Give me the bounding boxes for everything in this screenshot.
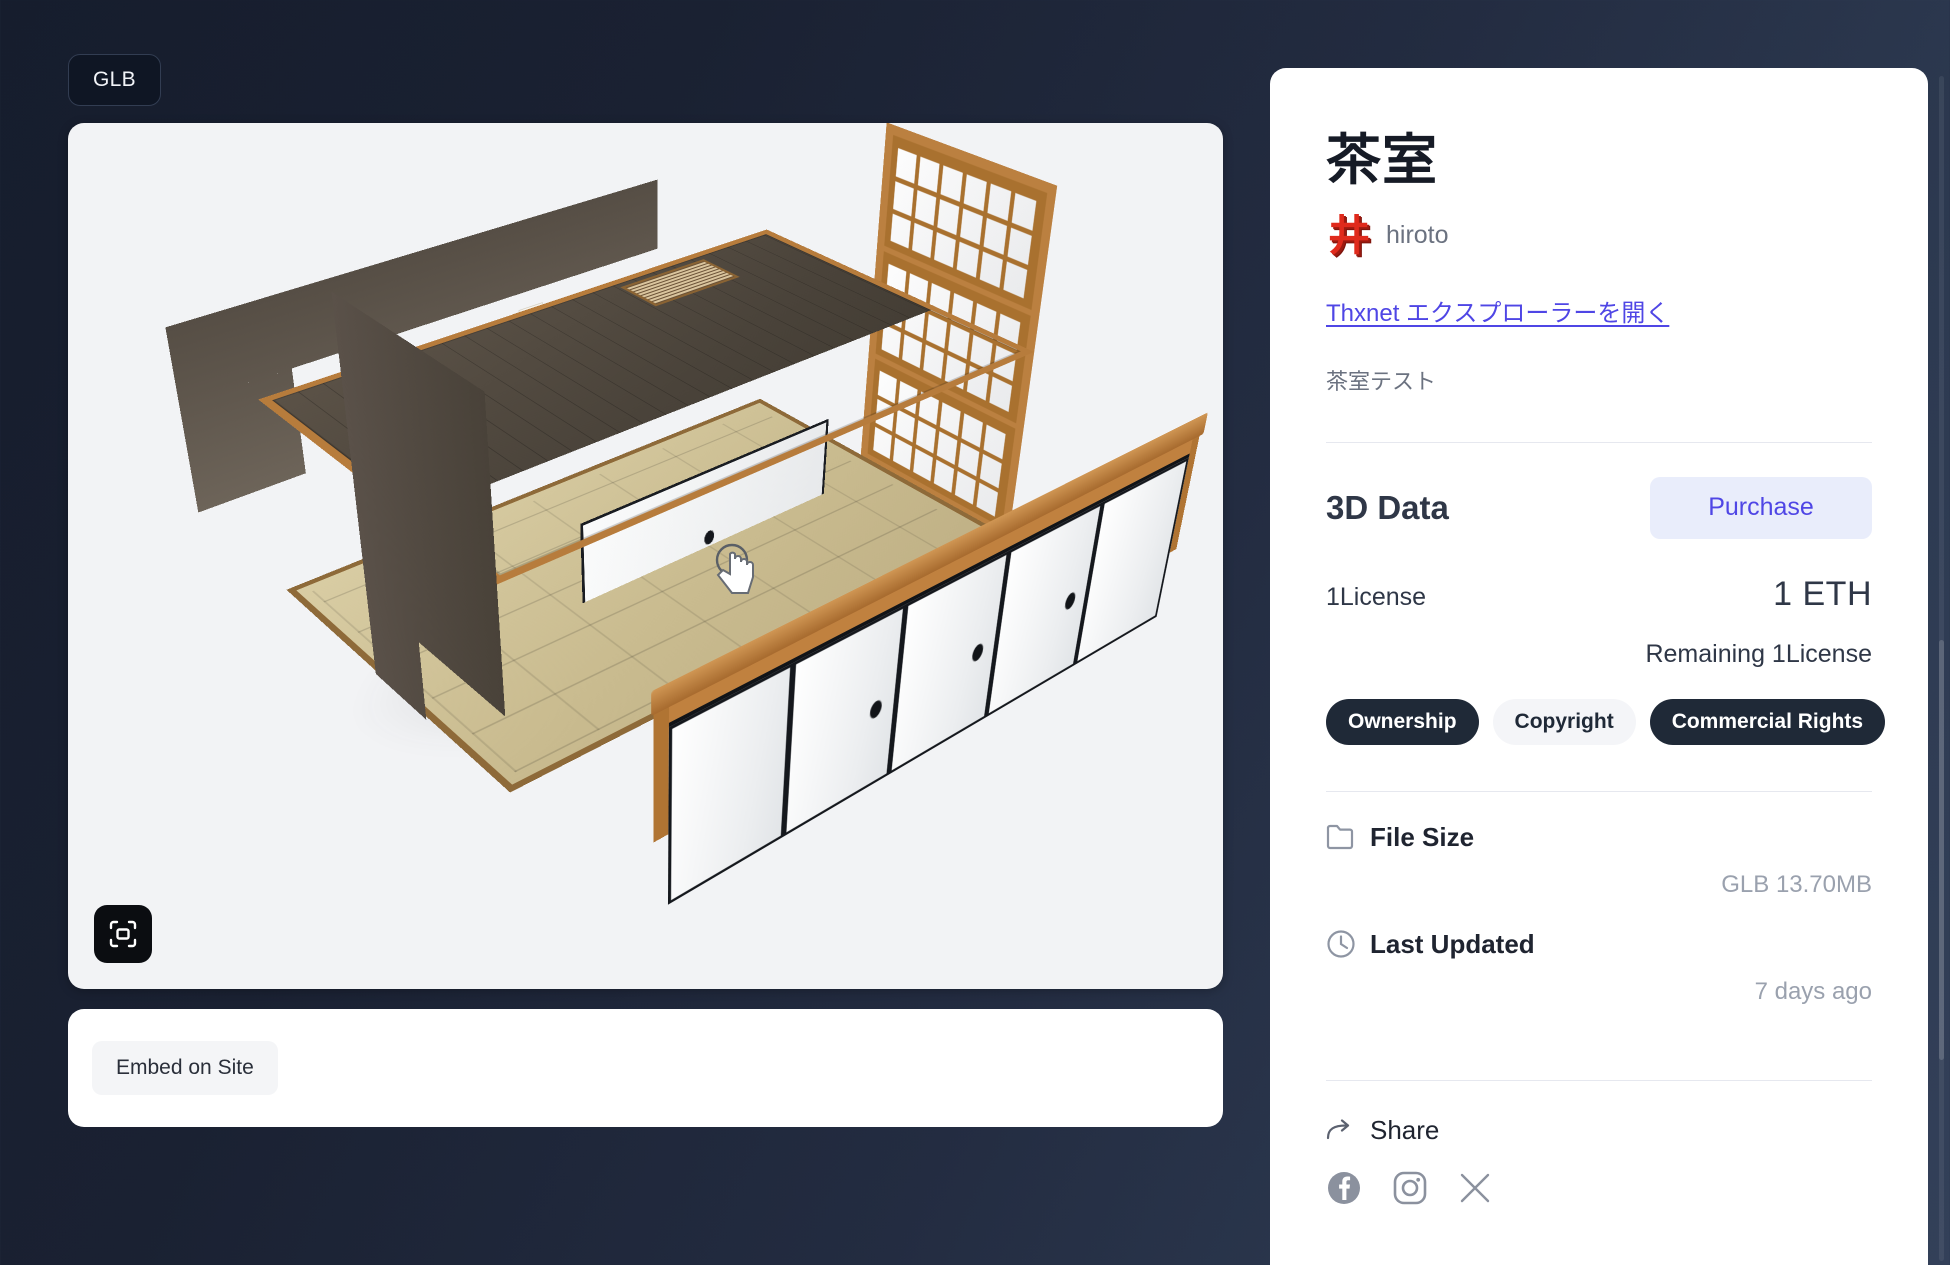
model-viewer-stage[interactable]: 雪 (68, 123, 1223, 989)
file-size-label: File Size (1370, 821, 1475, 852)
status-badge[interactable]: Ownership (1326, 698, 1479, 745)
price-amount: 1 ETH (1773, 574, 1872, 613)
last-updated-value: 7 days ago (1754, 977, 1872, 1005)
scan-frame-icon (109, 920, 137, 948)
instagram-icon[interactable] (1392, 1170, 1428, 1206)
tea-room-3d-model[interactable]: 雪 (164, 123, 1208, 927)
thxnet-explorer-link[interactable]: Thxnet エクスプローラーを開く (1326, 293, 1669, 328)
remaining-licenses: Remaining 1License (1645, 639, 1872, 668)
ar-fullscreen-button[interactable] (94, 905, 152, 963)
author-row[interactable]: 井 hiroto (1326, 213, 1872, 259)
fusuma-panel (667, 662, 794, 905)
model-viewer-card[interactable]: 雪 (68, 123, 1223, 989)
asset-detail-card: 茶室 井 hiroto Thxnet エクスプローラーを開く 茶室テスト 3D … (1270, 68, 1928, 1265)
data-section-header: 3D Data Purchase (1326, 476, 1872, 539)
last-updated-label: Last Updated (1370, 928, 1535, 959)
divider (1326, 441, 1872, 443)
facebook-icon[interactable] (1326, 1170, 1362, 1206)
section-title: 3D Data (1326, 488, 1449, 526)
avatar: 井 (1327, 210, 1370, 260)
x-twitter-icon[interactable] (1458, 1171, 1492, 1205)
share-label: Share (1370, 1114, 1440, 1145)
divider (1326, 790, 1872, 792)
status-badge[interactable]: Copyright (1492, 698, 1636, 745)
viewer-pane: GLB 雪 (0, 0, 1270, 1265)
scrollbar-thumb[interactable] (1939, 640, 1944, 1060)
clock-icon (1327, 930, 1355, 958)
folder-icon (1326, 824, 1354, 850)
asset-description: 茶室テスト (1326, 368, 1437, 394)
page-title: 茶室 (1326, 129, 1439, 191)
last-updated-row: Last Updated (1326, 929, 1872, 960)
rights-badge-group: Ownership Copyright Commercial Rights (1326, 698, 1886, 745)
embed-on-site-button[interactable]: Embed on Site (92, 1041, 278, 1095)
detail-pane: 茶室 井 hiroto Thxnet エクスプローラーを開く 茶室テスト 3D … (1270, 0, 1950, 1265)
app-root: GLB 雪 (0, 0, 1950, 1265)
status-badge[interactable]: Commercial Rights (1649, 698, 1886, 745)
file-size-value: GLB 13.70MB (1721, 870, 1872, 898)
price-row: 1License 1 ETH (1326, 575, 1872, 614)
format-badge: GLB (68, 54, 161, 106)
share-row[interactable]: Share (1326, 1115, 1872, 1146)
embed-card: Embed on Site (68, 1009, 1223, 1127)
author-name: hiroto (1386, 221, 1449, 249)
divider (1326, 1079, 1872, 1081)
file-size-row: File Size (1326, 822, 1872, 853)
share-arrow-icon (1326, 1119, 1350, 1140)
purchase-button[interactable]: Purchase (1650, 476, 1872, 539)
license-count: 1License (1326, 582, 1427, 611)
metadata-block: File Size GLB 13.70MB Last Updated 7 day… (1326, 822, 1872, 1006)
social-links (1326, 1170, 1872, 1206)
